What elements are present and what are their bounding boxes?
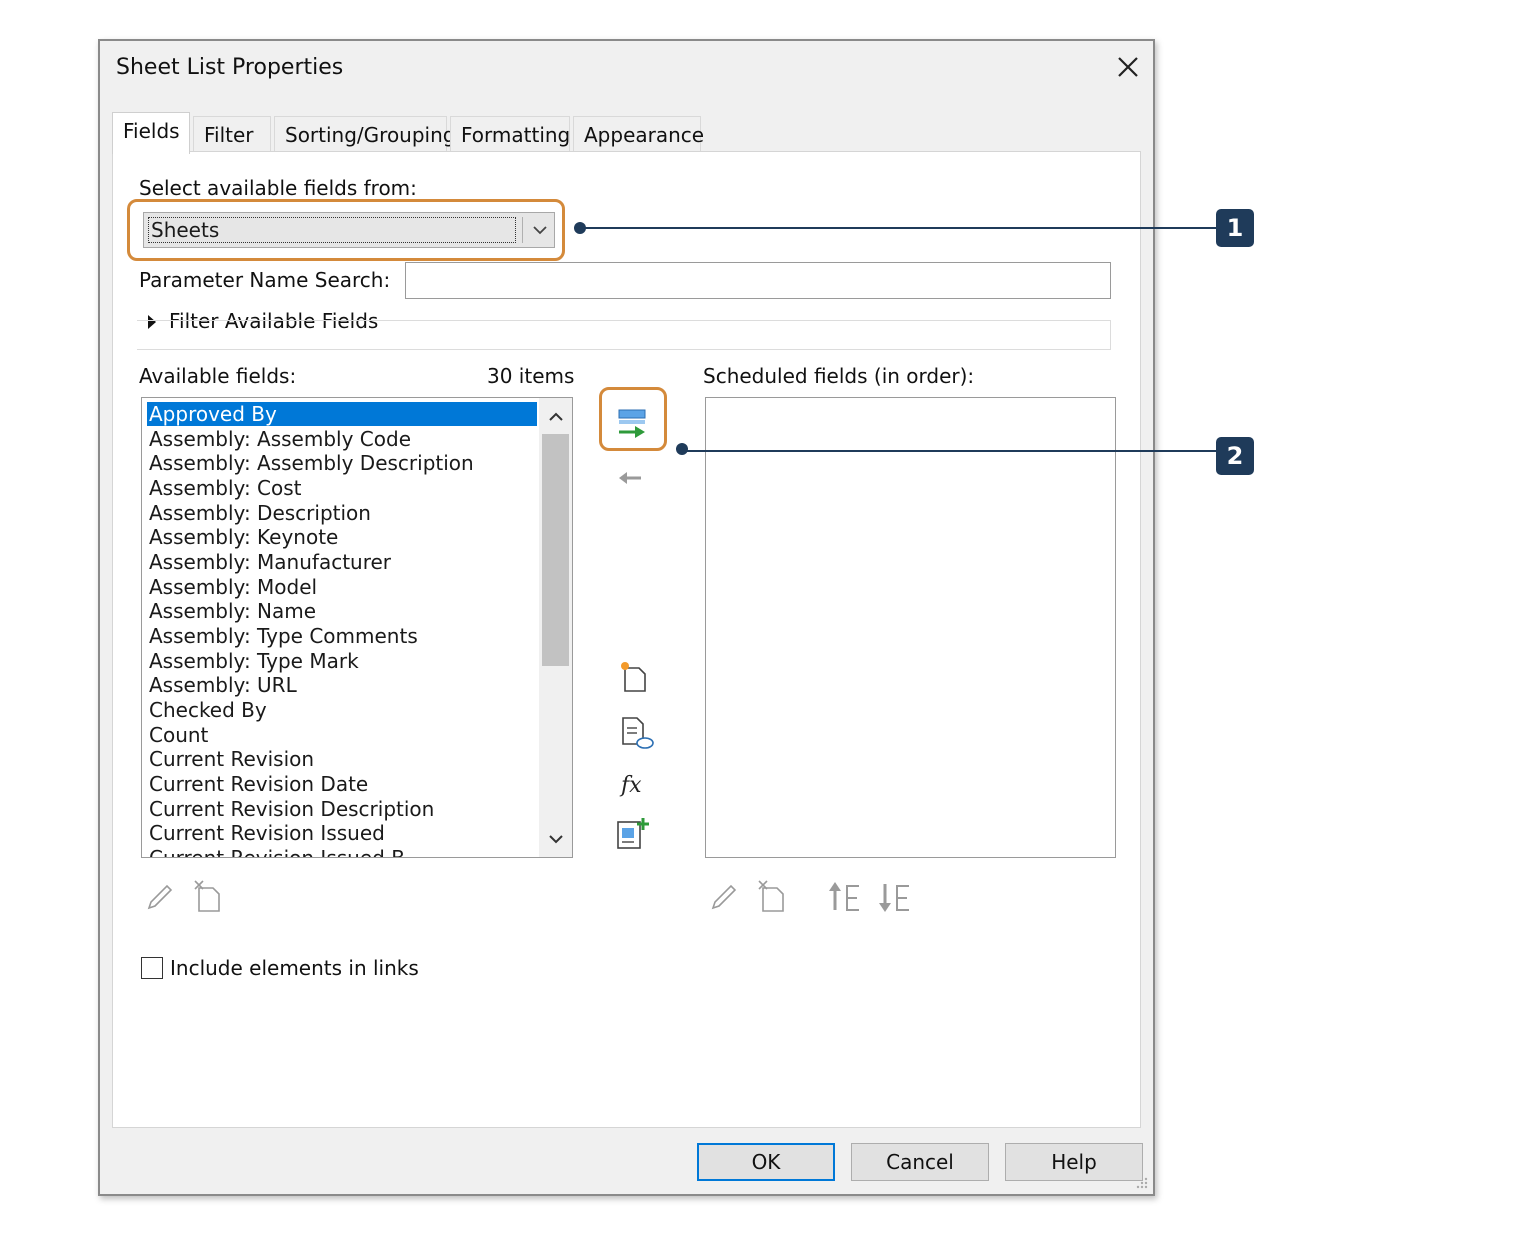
shared-parameter-icon[interactable] — [619, 716, 655, 750]
help-button[interactable]: Help — [1005, 1143, 1143, 1181]
list-item[interactable]: Assembly: Cost — [147, 476, 302, 500]
available-fields-list[interactable]: Approved By Assembly: Assembly Code Asse… — [141, 397, 573, 858]
list-item[interactable]: Checked By — [147, 698, 267, 722]
list-item-selected[interactable]: Approved By — [147, 402, 537, 426]
ok-button[interactable]: OK — [697, 1143, 835, 1181]
callout-2-dot — [676, 443, 688, 455]
list-item[interactable]: Assembly: Name — [147, 599, 316, 623]
list-item[interactable]: Assembly: Assembly Description — [147, 451, 474, 475]
resize-grip-icon[interactable] — [1135, 1176, 1149, 1190]
fields-tab-panel: Select available fields from: Sheets Par… — [112, 151, 1141, 1128]
delete-parameter-icon[interactable] — [755, 878, 789, 914]
callout-1-badge: 1 — [1216, 209, 1254, 247]
list-item[interactable]: Assembly: Type Comments — [147, 624, 418, 648]
list-item[interactable]: Assembly: Manufacturer — [147, 550, 391, 574]
combine-parameters-icon[interactable] — [615, 816, 651, 852]
list-item[interactable]: Count — [147, 723, 208, 747]
include-links-label: Include elements in links — [170, 956, 419, 980]
dialog-title: Sheet List Properties — [116, 55, 344, 80]
new-parameter-icon[interactable] — [617, 660, 651, 694]
available-count-label: 30 items — [487, 364, 575, 388]
remove-parameter-icon[interactable] — [615, 465, 645, 491]
list-item[interactable]: Assembly: Description — [147, 501, 371, 525]
tab-sorting-grouping[interactable]: Sorting/Grouping — [274, 116, 455, 154]
list-item[interactable]: Assembly: Model — [147, 575, 317, 599]
include-links-checkbox[interactable] — [141, 957, 163, 979]
callout-2-badge: 2 — [1216, 437, 1254, 475]
list-item[interactable]: Current Revision Description — [147, 797, 434, 821]
list-item[interactable]: Current Revision Issued — [147, 821, 385, 845]
tab-fields[interactable]: Fields — [112, 112, 190, 154]
param-search-input[interactable] — [405, 262, 1111, 299]
list-item[interactable]: Current Revision — [147, 747, 314, 771]
select-fields-label: Select available fields from: — [139, 176, 417, 200]
tab-filter[interactable]: Filter — [193, 116, 271, 154]
scheduled-fields-list[interactable] — [705, 397, 1116, 858]
scroll-up-icon[interactable] — [543, 404, 569, 430]
tab-formatting[interactable]: Formatting — [450, 116, 570, 154]
delete-parameter-icon[interactable] — [191, 878, 225, 914]
list-item[interactable]: Current Revision Date — [147, 772, 368, 796]
callout-1-line — [580, 227, 1217, 229]
move-down-icon[interactable] — [877, 880, 913, 914]
edit-pencil-icon[interactable] — [707, 880, 741, 914]
tab-appearance[interactable]: Appearance — [573, 116, 704, 154]
svg-text:fx: fx — [619, 773, 642, 798]
edit-pencil-icon[interactable] — [143, 880, 177, 914]
move-up-icon[interactable] — [827, 880, 863, 914]
list-item[interactable]: Assembly: Type Mark — [147, 649, 359, 673]
list-item[interactable]: Assembly: Keynote — [147, 525, 338, 549]
available-fields-label: Available fields: — [139, 364, 297, 388]
sheet-list-properties-dialog: Sheet List Properties Fields Filter Sort… — [98, 39, 1155, 1196]
cancel-button[interactable]: Cancel — [851, 1143, 989, 1181]
param-search-label: Parameter Name Search: — [139, 268, 391, 292]
scroll-down-icon[interactable] — [543, 826, 569, 852]
scheduled-fields-label: Scheduled fields (in order): — [703, 364, 975, 388]
callout-2-highlight — [599, 387, 667, 451]
close-icon[interactable] — [1112, 51, 1144, 83]
filter-group-frame — [137, 320, 1111, 350]
list-item[interactable]: Current Revision Issued B — [147, 846, 405, 857]
callout-2-line — [682, 450, 1217, 452]
callout-1-highlight — [127, 199, 565, 261]
list-item[interactable]: Assembly: Assembly Code — [147, 427, 411, 451]
list-scrollbar-thumb[interactable] — [542, 434, 569, 666]
calculated-value-icon[interactable]: fx — [619, 770, 651, 798]
list-item[interactable]: Assembly: URL — [147, 673, 297, 697]
